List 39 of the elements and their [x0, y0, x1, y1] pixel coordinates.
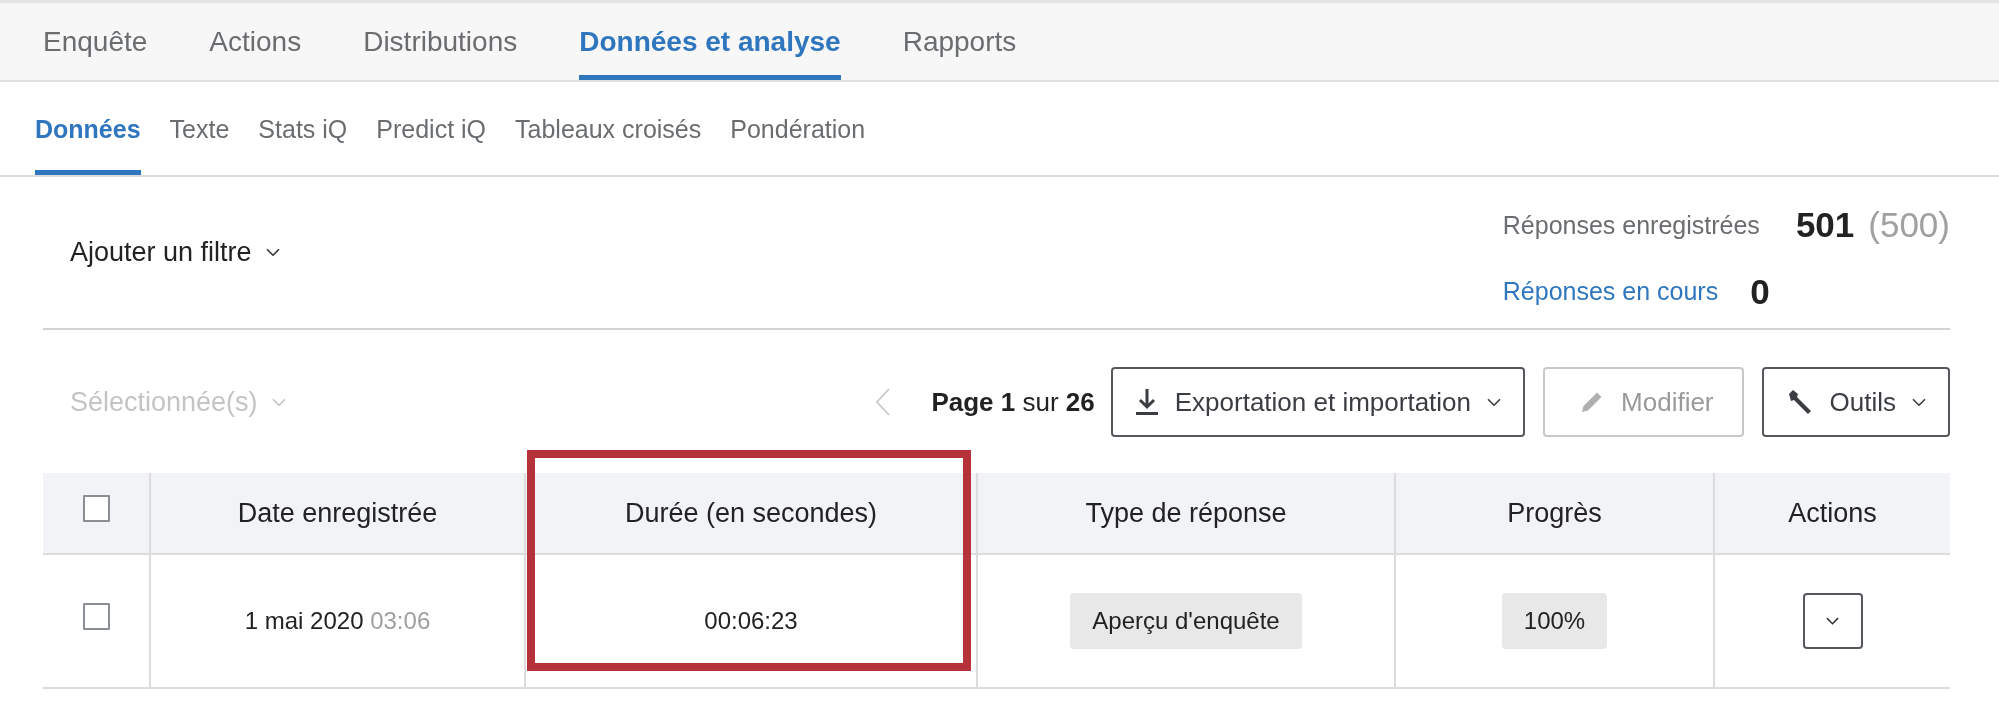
recorded-responses-label: Réponses enregistrées: [1502, 209, 1760, 241]
responses-in-progress-count: 0: [1750, 270, 1770, 313]
sub-tab[interactable]: Texte: [169, 82, 230, 175]
chevron-down-icon: [271, 397, 286, 407]
column-header: Actions: [1714, 473, 1950, 554]
download-icon: [1134, 387, 1159, 417]
sub-tab[interactable]: Données: [35, 82, 141, 175]
recorded-responses-total: (500): [1868, 204, 1950, 246]
chevron-down-icon: [1487, 397, 1502, 407]
responses-in-progress-link[interactable]: Réponses en cours: [1502, 273, 1719, 311]
sub-tab[interactable]: Predict iQ: [376, 82, 487, 175]
column-header: Progrès: [1395, 473, 1714, 554]
sub-tab[interactable]: Pondération: [730, 82, 866, 175]
page-indicator: Page 1 sur 26: [931, 386, 1095, 419]
chevron-down-icon: [1826, 617, 1839, 625]
progress-tag: 100%: [1501, 593, 1608, 649]
sub-tab[interactable]: Tableaux croisés: [515, 82, 702, 175]
table-cell: 1 mai 2020 03:06: [244, 607, 431, 634]
chevron-down-icon: [1912, 397, 1926, 407]
main-tab[interactable]: Distributions: [363, 3, 518, 80]
tools-button[interactable]: Outils: [1761, 367, 1950, 437]
recorded-responses-count: 501: [1795, 204, 1855, 246]
sub-tab[interactable]: Stats iQ: [258, 82, 348, 175]
chevron-down-icon: [265, 248, 280, 257]
main-tab[interactable]: Actions: [209, 3, 302, 80]
column-header: Durée (en secondes): [525, 473, 977, 554]
table-cell: 00:06:23: [704, 607, 798, 634]
column-header: Type de réponse: [977, 473, 1395, 554]
chevron-left-icon: [875, 387, 892, 417]
main-tab[interactable]: Enquête: [43, 3, 148, 80]
export-import-button[interactable]: Exportation et importation: [1110, 367, 1526, 437]
column-header: Date enregistrée: [150, 473, 525, 554]
main-tab[interactable]: Données et analyse: [579, 3, 841, 80]
select-all-checkbox[interactable]: [82, 494, 110, 522]
row-actions-dropdown[interactable]: [1802, 593, 1863, 649]
add-filter-dropdown[interactable]: Ajouter un filtre: [70, 232, 280, 273]
row-checkbox[interactable]: [82, 602, 110, 630]
main-tab[interactable]: Rapports: [902, 3, 1017, 80]
response-type-tag: Aperçu d'enquête: [1070, 593, 1302, 649]
